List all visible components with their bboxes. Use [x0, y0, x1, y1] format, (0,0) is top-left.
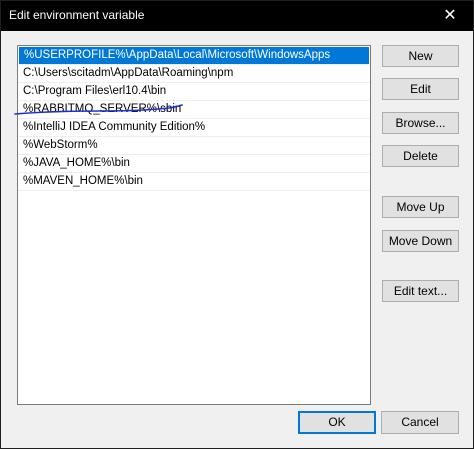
move-down-button[interactable]: Move Down — [382, 230, 459, 252]
window-title: Edit environment variable — [9, 8, 145, 22]
move-up-button[interactable]: Move Up — [382, 196, 459, 218]
close-button[interactable]: ✕ — [427, 1, 473, 31]
delete-button[interactable]: Delete — [382, 145, 459, 167]
list-item[interactable]: %RABBITMQ_SERVER%\sbin — [18, 101, 370, 119]
edit-environment-variable-dialog: Edit environment variable ✕ %USERPROFILE… — [0, 0, 474, 449]
ok-button[interactable]: OK — [298, 411, 376, 434]
list-item[interactable]: %MAVEN_HOME%\bin — [18, 173, 370, 191]
browse-button[interactable]: Browse... — [382, 112, 459, 134]
new-button[interactable]: New — [382, 45, 459, 67]
edit-button[interactable]: Edit — [382, 78, 459, 100]
edit-text-button[interactable]: Edit text... — [382, 280, 459, 302]
list-item[interactable]: %WebStorm% — [18, 137, 370, 155]
close-icon: ✕ — [443, 7, 457, 24]
list-item[interactable]: %USERPROFILE%\AppData\Local\Microsoft\Wi… — [19, 47, 369, 65]
path-list[interactable]: %USERPROFILE%\AppData\Local\Microsoft\Wi… — [17, 45, 371, 405]
cancel-button[interactable]: Cancel — [381, 411, 459, 434]
list-item[interactable]: C:\Program Files\erl10.4\bin — [18, 83, 370, 101]
list-item[interactable]: %JAVA_HOME%\bin — [18, 155, 370, 173]
title-bar: Edit environment variable ✕ — [1, 1, 473, 31]
list-item[interactable]: %IntelliJ IDEA Community Edition% — [18, 119, 370, 137]
list-item[interactable]: C:\Users\scitadm\AppData\Roaming\npm — [18, 65, 370, 83]
